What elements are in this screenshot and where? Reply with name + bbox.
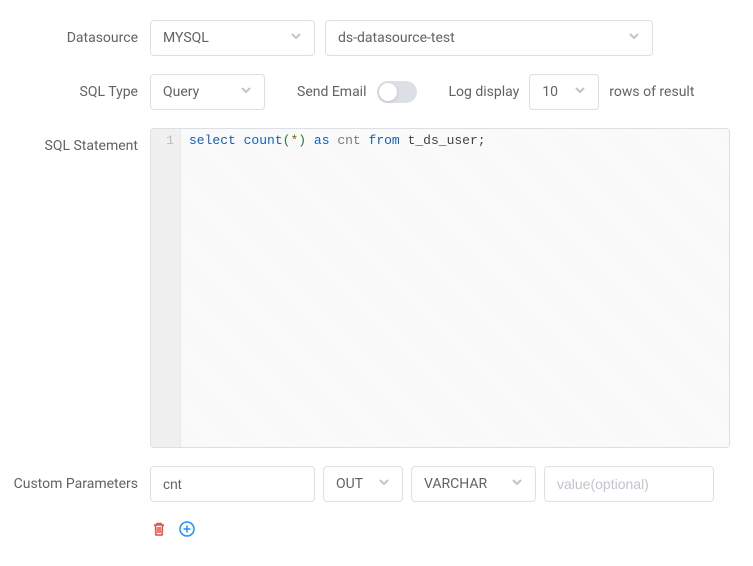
log-display-label: Log display <box>449 84 520 100</box>
param-name-field[interactable] <box>163 476 302 492</box>
param-type-value: VARCHAR <box>424 476 487 492</box>
param-value-input[interactable] <box>544 466 714 502</box>
chevron-down-icon <box>628 30 640 46</box>
editor-code-area[interactable]: select count(*) as cnt from t_ds_user; <box>181 129 729 447</box>
line-number: 1 <box>151 133 174 148</box>
delete-param-button[interactable] <box>150 522 168 540</box>
chevron-down-icon <box>511 476 523 492</box>
plus-circle-icon <box>179 521 195 541</box>
sql-token-rparen: ) <box>298 133 306 148</box>
chevron-down-icon <box>378 476 390 492</box>
log-display-suffix: rows of result <box>609 84 694 100</box>
datasource-name-value: ds-datasource-test <box>338 30 455 46</box>
sql-type-label: SQL Type <box>10 74 150 110</box>
sql-token-select: select <box>189 133 236 148</box>
send-email-toggle[interactable] <box>377 81 417 103</box>
sql-token-cnt: cnt <box>337 133 360 148</box>
param-value-field[interactable] <box>557 476 701 492</box>
sql-token-from: from <box>369 133 400 148</box>
sql-editor[interactable]: 1 select count(*) as cnt from t_ds_user; <box>150 128 730 448</box>
trash-icon <box>151 521 167 541</box>
sql-token-as: as <box>314 133 330 148</box>
log-display-select[interactable]: 10 <box>529 74 599 110</box>
send-email-label: Send Email <box>297 84 367 100</box>
chevron-down-icon <box>240 84 252 100</box>
param-direction-value: OUT <box>336 476 363 492</box>
sql-type-select[interactable]: Query <box>150 74 265 110</box>
sql-type-value: Query <box>163 84 199 100</box>
param-direction-select[interactable]: OUT <box>323 466 403 502</box>
datasource-type-value: MYSQL <box>163 30 209 46</box>
param-type-select[interactable]: VARCHAR <box>411 466 536 502</box>
datasource-label: Datasource <box>10 20 150 56</box>
param-row: OUT VARCHAR <box>150 466 714 502</box>
datasource-type-select[interactable]: MYSQL <box>150 20 315 56</box>
chevron-down-icon <box>290 30 302 46</box>
sql-token-count: count <box>244 133 283 148</box>
sql-statement-label: SQL Statement <box>10 128 150 164</box>
custom-params-label: Custom Parameters <box>10 466 150 502</box>
log-display-value: 10 <box>542 84 558 100</box>
sql-token-table: t_ds_user; <box>408 133 486 148</box>
editor-gutter: 1 <box>151 129 181 447</box>
add-param-button[interactable] <box>178 522 196 540</box>
param-name-input[interactable] <box>150 466 315 502</box>
datasource-name-select[interactable]: ds-datasource-test <box>325 20 653 56</box>
chevron-down-icon <box>574 84 586 100</box>
